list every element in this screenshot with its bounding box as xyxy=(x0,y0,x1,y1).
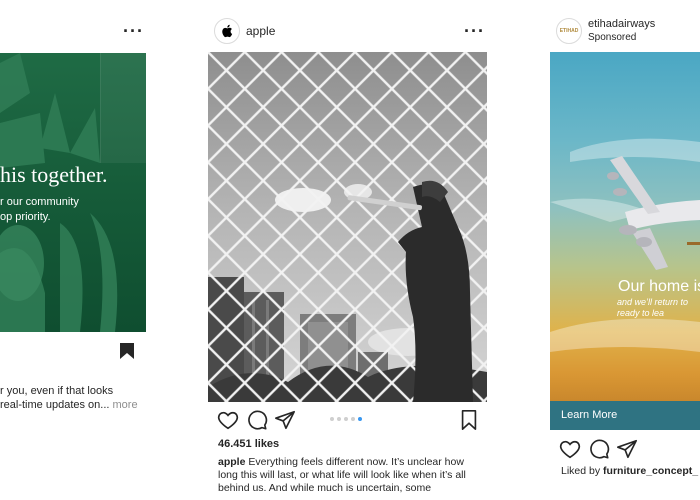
heart-icon[interactable] xyxy=(217,409,239,431)
carousel-dot xyxy=(337,417,341,421)
carousel-dot xyxy=(351,417,355,421)
window-panel xyxy=(100,53,146,163)
liked-by-username[interactable]: furniture_concept_ xyxy=(603,465,698,477)
avatar[interactable] xyxy=(214,18,240,44)
post-image-airplane[interactable]: Our home is and we’ll return to ready to… xyxy=(550,52,700,402)
comment-icon[interactable] xyxy=(588,438,610,460)
liked-by: Liked by furniture_concept_ xyxy=(561,465,699,477)
ad-headline: Our home is xyxy=(618,278,700,295)
caption-text: Everything feels different now. It’s unc… xyxy=(218,456,466,494)
etihad-logo: ETIHAD xyxy=(559,28,579,34)
caption-username[interactable]: apple xyxy=(218,456,245,468)
ad-subtext: r our community op priority. xyxy=(0,196,79,223)
carousel-dot xyxy=(358,417,362,421)
more-options-icon[interactable]: ··· xyxy=(123,22,144,40)
carousel-dot xyxy=(330,417,334,421)
apple-logo-icon xyxy=(222,24,233,38)
airplane-photo xyxy=(550,138,700,352)
carousel-dot xyxy=(344,417,348,421)
post-actions xyxy=(208,409,488,431)
post-apple: apple ··· 46.451 likes apple Everything … xyxy=(208,0,488,500)
share-icon[interactable] xyxy=(274,409,296,431)
account-username[interactable]: apple xyxy=(246,24,275,38)
learn-more-button[interactable]: Learn More xyxy=(550,401,700,430)
bookmark-icon[interactable] xyxy=(458,409,480,431)
account-username[interactable]: etihadairways xyxy=(588,18,655,30)
post-image-starbucks[interactable]: his together. r our community op priorit… xyxy=(0,53,146,332)
more-options-icon[interactable]: ··· xyxy=(464,22,485,40)
like-count[interactable]: 46.451 likes xyxy=(218,438,279,450)
bookmark-icon[interactable] xyxy=(119,342,135,360)
carousel-indicator xyxy=(330,417,362,421)
more-link[interactable]: more xyxy=(113,399,138,411)
post-actions xyxy=(550,438,700,460)
avatar[interactable]: ETIHAD xyxy=(556,18,582,44)
post-etihad: ETIHAD etihadairways Sponsored Our home … xyxy=(550,0,700,500)
comment-icon[interactable] xyxy=(246,409,268,431)
post-caption: apple Everything feels different now. It… xyxy=(218,456,486,495)
share-icon[interactable] xyxy=(616,438,638,460)
heart-icon[interactable] xyxy=(559,438,581,460)
post-starbucks: ··· his together. r our community op pri… xyxy=(0,0,150,500)
ad-subtext: and we’ll return to ready to lea xyxy=(617,297,689,318)
learn-more-label: Learn More xyxy=(561,409,618,421)
ad-headline: his together. xyxy=(0,162,108,187)
post-image-fence[interactable] xyxy=(208,52,487,402)
post-caption: r you, even if that looks real-time upda… xyxy=(0,385,138,411)
fence-photo xyxy=(208,52,487,402)
sponsored-label: Sponsored xyxy=(588,32,637,43)
